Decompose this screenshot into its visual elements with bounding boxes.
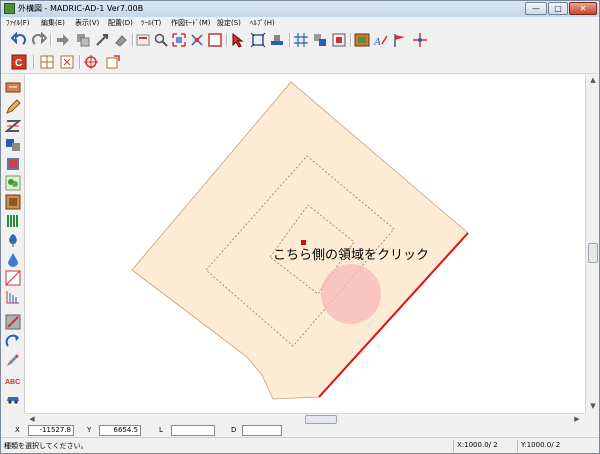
svg-text:C: C (15, 58, 22, 69)
garden-region[interactable] (131, 81, 469, 400)
select-cursor-icon[interactable] (230, 32, 246, 48)
scroll-right-icon[interactable]: ▶ (572, 415, 582, 423)
window-select-icon[interactable] (250, 32, 266, 48)
print-preview-icon[interactable] (135, 32, 151, 48)
left-tool-palette: ABC (1, 75, 25, 413)
scroll-down-icon[interactable]: ▼ (588, 402, 598, 410)
svg-text:ABC: ABC (5, 379, 20, 386)
dimension-tool-icon[interactable] (5, 289, 21, 305)
direction-label: D (231, 426, 237, 434)
length-label: L (159, 426, 163, 434)
zoom-extents-icon[interactable] (189, 32, 205, 48)
plant-tool-icon[interactable] (5, 175, 21, 191)
menu-draw-mode[interactable]: 作図ﾓｰﾄﾞ(M) (171, 18, 211, 28)
x-label: X (15, 426, 20, 434)
svg-text:A: A (373, 36, 381, 48)
wall-tool-icon[interactable] (5, 80, 21, 96)
fence-tool-icon[interactable] (5, 137, 21, 153)
direction-field[interactable] (242, 425, 282, 436)
image-icon[interactable] (354, 32, 370, 48)
coordinate-bar: X -11527.8 Y 6654.5 L D (1, 425, 599, 437)
drawing-canvas[interactable]: こちら側の領域をクリック (25, 75, 585, 413)
menu-bar: ﾌｧｲﾙ(F) 編集(E) 表示(V) 配置(D) ﾂｰﾙ(T) 作図ﾓｰﾄﾞ(… (1, 17, 599, 30)
main-toolbar: A (1, 30, 599, 52)
close-button[interactable]: ✕ (569, 2, 597, 15)
text-tool-icon[interactable]: ABC (5, 371, 21, 387)
water-tool-icon[interactable] (5, 251, 21, 267)
y-scale-readout: Y:1000.0/ 2 (517, 440, 597, 452)
y-label: Y (87, 426, 92, 434)
arrow-line-icon[interactable] (94, 32, 110, 48)
copy-icon[interactable] (75, 32, 91, 48)
y-coordinate-field[interactable]: 6654.5 (99, 425, 141, 436)
window-title: 外構図 - MADRIC-AD-1 Ver7.00B (18, 4, 144, 13)
menu-help[interactable]: ﾍﾙﾌﾟ(H) (250, 18, 275, 28)
save-layout-icon[interactable] (39, 54, 55, 70)
horizontal-scroll-thumb[interactable] (305, 415, 337, 424)
tree-tool-icon[interactable] (5, 232, 21, 248)
eraser-icon[interactable] (113, 32, 129, 48)
target-icon[interactable] (83, 54, 99, 70)
length-field[interactable] (171, 425, 215, 436)
text-style-icon[interactable]: A (373, 32, 389, 48)
vertical-scrollbar[interactable]: ▲ ▼ (585, 75, 599, 413)
instruction-label: こちら側の領域をクリック (273, 248, 430, 263)
arrange-tool-icon[interactable] (5, 314, 21, 330)
secondary-toolbar: C (1, 51, 599, 74)
title-bar: 外構図 - MADRIC-AD-1 Ver7.00B — □ ✕ (1, 1, 599, 17)
car-tool-icon[interactable] (5, 390, 21, 406)
snap-frame-icon[interactable] (331, 32, 347, 48)
zoom-icon[interactable] (153, 32, 169, 48)
status-bar: 種類を選択してください。 X:1000.0/ 2 Y:1000.0/ 2 (1, 437, 599, 453)
minimize-button[interactable]: — (525, 2, 547, 15)
x-scale-readout: X:1000.0/ 2 (453, 440, 515, 452)
app-icon (4, 3, 15, 14)
pencil-tool-icon[interactable] (5, 99, 21, 115)
x-coordinate-field[interactable]: -11527.8 (28, 425, 74, 436)
material-tool-icon[interactable] (5, 194, 21, 210)
gate-tool-icon[interactable] (5, 156, 21, 172)
click-target-highlight[interactable] (321, 264, 381, 324)
menu-settings[interactable]: 設定(S) (217, 18, 241, 28)
vertical-scroll-thumb[interactable] (588, 243, 598, 263)
scroll-up-icon[interactable]: ▲ (588, 76, 598, 84)
menu-view[interactable]: 表示(V) (75, 18, 99, 28)
scroll-left-icon[interactable]: ◀ (27, 415, 37, 423)
undo-icon[interactable] (11, 32, 27, 48)
flag-icon[interactable] (392, 32, 408, 48)
redo-icon[interactable] (31, 32, 47, 48)
origin-marker-icon[interactable] (412, 32, 428, 48)
menu-edit[interactable]: 編集(E) (41, 18, 65, 28)
menu-tools[interactable]: ﾂｰﾙ(T) (141, 18, 161, 28)
load-layout-icon[interactable] (59, 54, 75, 70)
status-message: 種類を選択してください。 (4, 442, 88, 450)
zoom-fit-icon[interactable] (171, 32, 187, 48)
frame-icon[interactable] (207, 32, 223, 48)
app-window: 外構図 - MADRIC-AD-1 Ver7.00B — □ ✕ ﾌｧｲﾙ(F)… (0, 0, 600, 454)
menu-arrange[interactable]: 配置(D) (108, 18, 133, 28)
snap-point-icon[interactable] (312, 32, 328, 48)
menu-file[interactable]: ﾌｧｲﾙ(F) (6, 18, 30, 28)
pillar-tool-icon[interactable] (5, 213, 21, 229)
move-icon[interactable] (55, 32, 71, 48)
z-shape-tool-icon[interactable] (5, 118, 21, 134)
hatch-tool-icon[interactable] (5, 270, 21, 286)
maximize-button[interactable]: □ (548, 2, 568, 15)
layer-icon[interactable] (269, 32, 285, 48)
rotate-tool-icon[interactable] (5, 333, 21, 349)
c-mode-icon[interactable]: C (11, 54, 27, 70)
export-icon[interactable] (105, 54, 121, 70)
edit-tool-icon[interactable] (5, 352, 21, 368)
grid-snap-icon[interactable] (293, 32, 309, 48)
